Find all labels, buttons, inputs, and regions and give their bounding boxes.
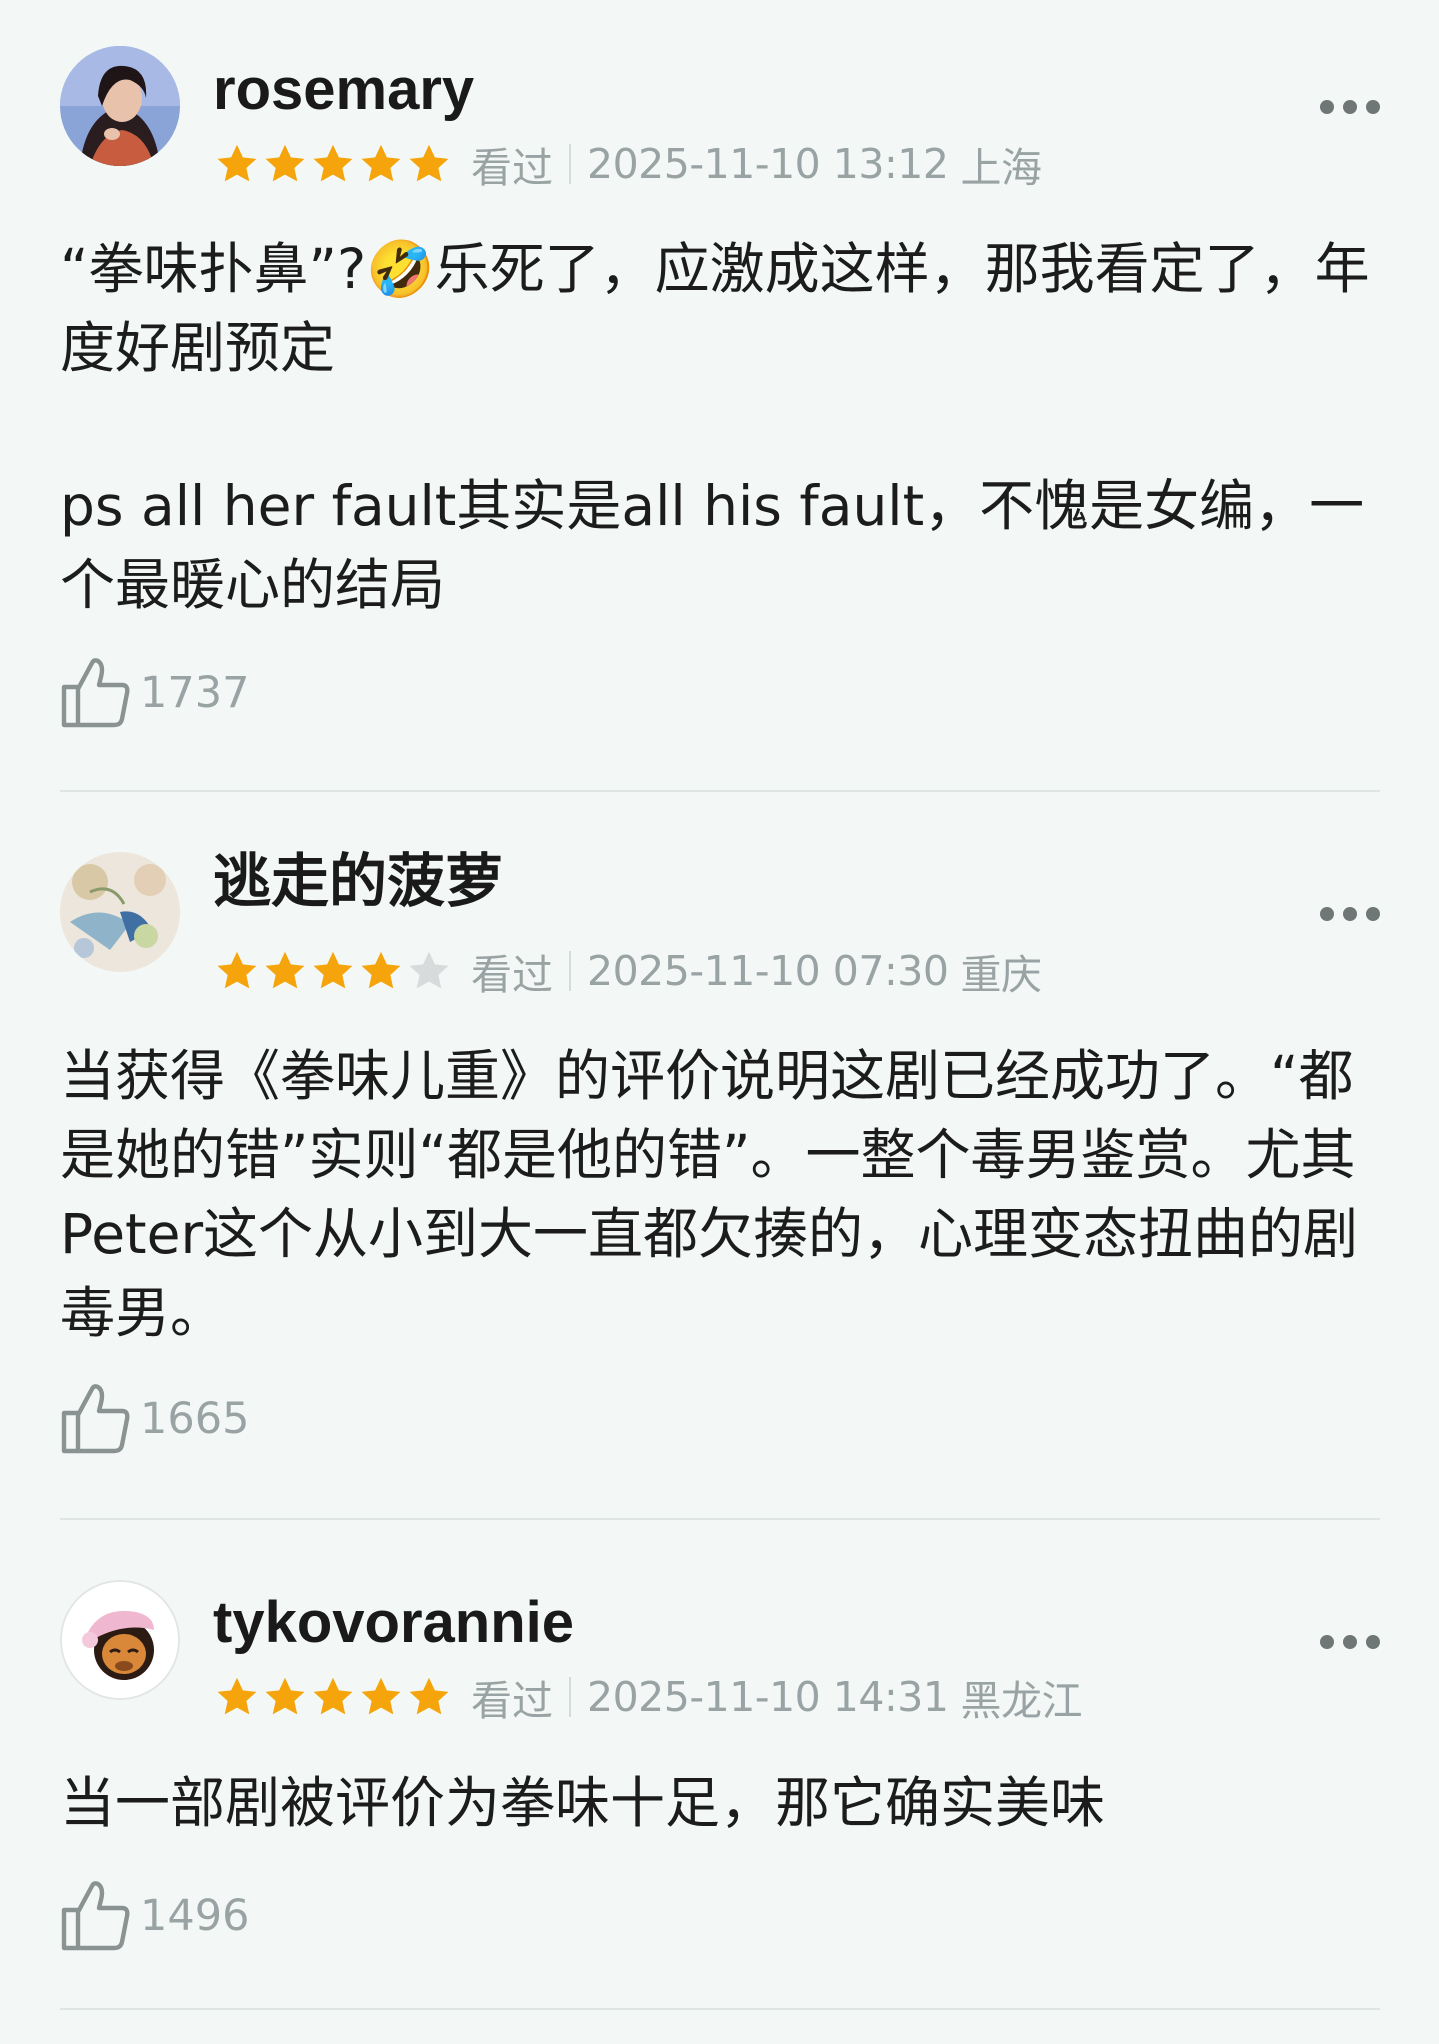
watched-label: 看过 — [471, 144, 553, 192]
more-dots-icon — [1320, 907, 1334, 921]
avatar[interactable] — [60, 852, 180, 972]
star-rating — [215, 142, 455, 186]
avatar-image-icon — [60, 46, 180, 166]
review-time: 2025-11-10 07:30 — [587, 947, 949, 995]
star-icon — [313, 951, 353, 989]
like-count: 1665 — [140, 1394, 250, 1444]
more-button[interactable] — [1320, 1632, 1380, 1652]
review-meta: 看过 2025-11-10 07:30 重庆 — [215, 946, 1042, 999]
review-location: 上海 — [960, 144, 1042, 192]
star-icon — [217, 951, 257, 989]
more-dot — [1366, 100, 1380, 114]
divider — [60, 2008, 1380, 2010]
more-dot — [1343, 1635, 1357, 1649]
review-item: tykovorannie 看过 2025-11-10 14:31 黑龙江 当一部… — [60, 1520, 1380, 2008]
more-button[interactable] — [1320, 904, 1380, 924]
review-item: rosemary 看过 2025-11-10 13:12 上海 “拳味扑鼻”?🤣… — [60, 0, 1380, 790]
more-dots-icon — [1320, 1635, 1334, 1649]
meta-separator — [569, 144, 571, 184]
watched-label: 看过 — [471, 951, 553, 999]
star-icon — [265, 144, 305, 182]
review-content: “拳味扑鼻”?🤣乐死了，应激成这样，那我看定了，年度好剧预定 ps all he… — [60, 237, 1370, 617]
star-rating — [215, 949, 455, 993]
more-dot — [1366, 1635, 1380, 1649]
meta-separator — [569, 951, 571, 991]
review-time: 2025-11-10 14:31 — [587, 1673, 949, 1721]
star-icon — [409, 144, 449, 182]
like-count: 1737 — [140, 668, 250, 718]
review-location: 重庆 — [960, 951, 1042, 999]
more-dot — [1343, 100, 1357, 114]
meta-separator — [569, 1677, 571, 1717]
star-icon — [265, 1677, 305, 1715]
review-meta: 看过 2025-11-10 14:31 黑龙江 — [215, 1672, 1082, 1725]
like-count: 1496 — [140, 1891, 250, 1941]
review-location: 黑龙江 — [960, 1677, 1082, 1725]
thumbs-up-icon — [61, 658, 130, 728]
review-item: 逃走的菠萝 看过 2025-11-10 07:30 重庆 当获得《拳味儿重》的评… — [60, 792, 1380, 1518]
star-icon — [361, 144, 401, 182]
review-content: 当获得《拳味儿重》的评价说明这剧已经成功了。“都是她的错”实则“都是他的错”。一… — [60, 1044, 1359, 1345]
review-meta: 看过 2025-11-10 13:12 上海 — [215, 139, 1042, 192]
review-time: 2025-11-10 13:12 — [587, 140, 949, 188]
star-rating — [215, 1675, 455, 1719]
star-empty-icon — [409, 951, 449, 989]
star-icon — [409, 1677, 449, 1715]
more-dot — [1366, 907, 1380, 921]
like-button[interactable]: 1496 — [60, 1878, 249, 1954]
more-button[interactable] — [1320, 97, 1380, 117]
like-button[interactable]: 1665 — [60, 1381, 249, 1457]
star-icon — [217, 144, 257, 182]
username[interactable]: tykovorannie — [213, 1588, 574, 1658]
star-icon — [313, 1677, 353, 1715]
star-icon — [217, 1677, 257, 1715]
star-icon — [313, 144, 353, 182]
watched-label: 看过 — [471, 1677, 553, 1725]
star-icon — [361, 1677, 401, 1715]
username[interactable]: rosemary — [213, 55, 474, 125]
star-icon — [361, 951, 401, 989]
review-content: 当一部剧被评价为拳味十足，那它确实美味 — [60, 1771, 1106, 1835]
avatar-image-icon — [62, 1582, 178, 1698]
avatar[interactable] — [60, 1580, 180, 1700]
avatar-image-icon — [60, 852, 180, 972]
thumbs-up-icon — [61, 1881, 130, 1951]
more-dots-icon — [1320, 100, 1334, 114]
more-dot — [1343, 907, 1357, 921]
username[interactable]: 逃走的菠萝 — [213, 847, 503, 917]
star-icon — [265, 951, 305, 989]
thumbs-up-icon — [61, 1384, 130, 1454]
avatar[interactable] — [60, 46, 180, 166]
like-button[interactable]: 1737 — [60, 655, 249, 731]
